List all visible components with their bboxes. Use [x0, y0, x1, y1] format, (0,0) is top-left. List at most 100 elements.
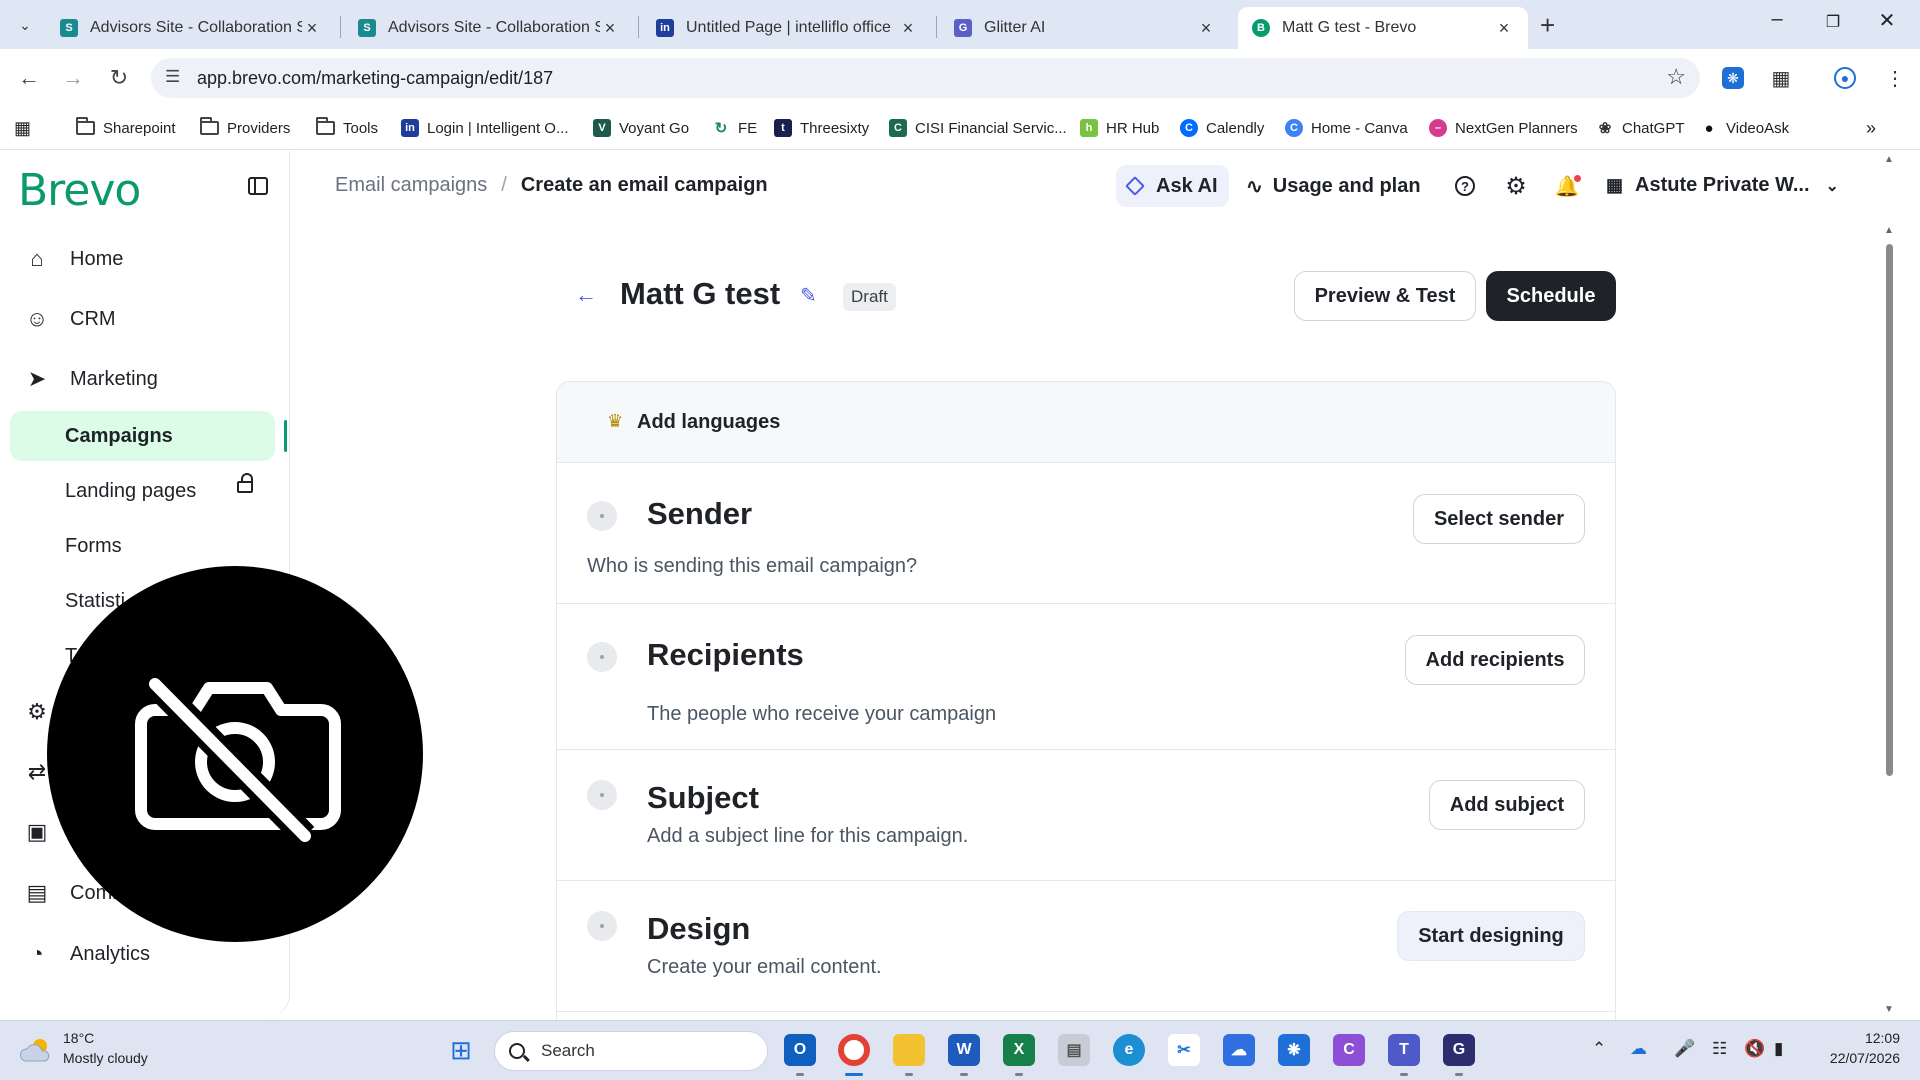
cloud-icon[interactable]	[20, 1037, 54, 1063]
app-running-indicator	[796, 1073, 804, 1076]
contacts-icon: ☺	[25, 306, 49, 331]
sidebar-item-marketing[interactable]: ➤ Marketing	[10, 354, 275, 404]
add-languages-row[interactable]: ♛ Add languages	[557, 382, 1615, 463]
browser-tab[interactable]: S Advisors Site - Collaboration Sit ×	[344, 7, 634, 49]
close-tab-icon[interactable]: ×	[1494, 18, 1514, 39]
scroll-down-icon[interactable]: ▼	[1884, 1004, 1894, 1015]
browser-tab-active[interactable]: B Matt G test - Brevo ×	[1238, 7, 1528, 49]
select-sender-button[interactable]: Select sender	[1413, 494, 1585, 544]
usage-and-plan-button[interactable]: ∿ Usage and plan	[1246, 174, 1421, 199]
file-explorer-icon[interactable]	[893, 1034, 925, 1066]
bookmark-voyant[interactable]: V Voyant Go	[593, 116, 689, 140]
browser-tab[interactable]: G Glitter AI ×	[940, 7, 1230, 49]
weather-description[interactable]: Mostly cloudy	[63, 1050, 148, 1066]
bookmark-star-icon[interactable]: ☆	[1666, 64, 1686, 90]
forward-icon[interactable]: →	[58, 63, 88, 93]
bookmark-chatgpt[interactable]: ❀ ChatGPT	[1596, 116, 1685, 140]
bookmark-tools[interactable]: Tools	[316, 116, 378, 140]
sidebar-item-home[interactable]: ⌂ Home	[10, 234, 275, 284]
bookmark-canva[interactable]: C Home - Canva	[1285, 116, 1408, 140]
sidebar-collapse-icon[interactable]	[248, 177, 268, 195]
close-window-icon[interactable]: ✕	[1864, 8, 1910, 33]
word-icon[interactable]: W	[948, 1034, 980, 1066]
close-tab-icon[interactable]: ×	[302, 18, 322, 39]
bookmark-calendly[interactable]: C Calendly	[1180, 116, 1264, 140]
browser-menu-icon[interactable]: ⋮	[1884, 67, 1906, 90]
snipping-tool-icon[interactable]: ✂	[1168, 1034, 1200, 1066]
taskbar-search[interactable]: Search	[494, 1031, 768, 1071]
m365-copilot-icon[interactable]: C	[1333, 1034, 1365, 1066]
teams-icon[interactable]: T	[1388, 1034, 1420, 1066]
bookmark-intelliflo[interactable]: in Login | Intelligent O...	[401, 116, 568, 140]
extensions-puzzle-icon[interactable]: ▦	[1770, 67, 1792, 90]
battery-icon[interactable]: ▮	[1774, 1039, 1783, 1059]
address-bar[interactable]: ☰ app.brevo.com/marketing-campaign/edit/…	[151, 58, 1700, 98]
new-tab-icon[interactable]: +	[1540, 10, 1555, 41]
sidebar-item-forms[interactable]: Forms	[10, 521, 275, 571]
reload-icon[interactable]: ↻	[104, 63, 134, 93]
add-recipients-button[interactable]: Add recipients	[1405, 635, 1585, 685]
account-menu[interactable]: ▦ Astute Private W... ⌄	[1606, 174, 1839, 197]
clock-time[interactable]: 12:09	[1840, 1030, 1900, 1046]
weather-temperature[interactable]: 18°C	[63, 1030, 94, 1046]
brevo-logo[interactable]: Brevo	[18, 165, 141, 216]
bookmark-cisi[interactable]: C CISI Financial Servic...	[889, 116, 1067, 140]
close-tab-icon[interactable]: ×	[1196, 18, 1216, 39]
cloud-app-icon[interactable]: ☁	[1223, 1034, 1255, 1066]
start-designing-button[interactable]: Start designing	[1397, 911, 1585, 961]
close-tab-icon[interactable]: ×	[898, 18, 918, 39]
edge-icon[interactable]: e	[1113, 1034, 1145, 1066]
bookmark-fe[interactable]: ↻ FE	[712, 116, 757, 140]
sidebar-item-landing-pages[interactable]: Landing pages	[10, 466, 275, 516]
bookmark-sharepoint[interactable]: Sharepoint	[76, 116, 176, 140]
bookmark-providers[interactable]: Providers	[200, 116, 290, 140]
chrome-icon[interactable]	[838, 1034, 870, 1066]
windows-start-icon[interactable]: ⊞	[445, 1034, 477, 1066]
breadcrumb-email-campaigns[interactable]: Email campaigns	[335, 174, 487, 197]
glitter-app-icon[interactable]: G	[1443, 1034, 1475, 1066]
browser-tab[interactable]: in Untitled Page | intelliflo office ×	[642, 7, 932, 49]
edit-name-icon[interactable]: ✎	[800, 283, 817, 308]
scroll-up-icon[interactable]: ▲	[1884, 154, 1894, 165]
settings-button[interactable]: ⚙	[1502, 172, 1530, 200]
clock-date[interactable]: 22/07/2026	[1800, 1050, 1900, 1066]
app-active-indicator	[845, 1073, 863, 1076]
close-tab-icon[interactable]: ×	[600, 18, 620, 39]
lock-icon	[237, 473, 253, 493]
scroll-up-inner-icon[interactable]: ▲	[1884, 225, 1894, 236]
bookmark-videoask[interactable]: ● VideoAsk	[1700, 116, 1789, 140]
bookmark-hrhub[interactable]: h HR Hub	[1080, 116, 1159, 140]
minimize-icon[interactable]: –	[1754, 8, 1800, 31]
back-icon[interactable]: ←	[14, 63, 44, 93]
onedrive-icon[interactable]: ☁	[1630, 1039, 1647, 1059]
extension-app-icon[interactable]: ❋	[1278, 1034, 1310, 1066]
tray-overflow-icon[interactable]: ⌃	[1592, 1039, 1606, 1059]
back-arrow-icon[interactable]: ←	[575, 282, 597, 308]
schedule-button[interactable]: Schedule	[1486, 271, 1616, 321]
restore-icon[interactable]: ❐	[1810, 12, 1856, 32]
browser-tab-strip: ⌄ S Advisors Site - Collaboration Sit × …	[0, 0, 1920, 49]
bookmark-nextgen[interactable]: – NextGen Planners	[1429, 116, 1578, 140]
extension-icon[interactable]: ❋	[1722, 67, 1744, 89]
browser-tab[interactable]: S Advisors Site - Collaboration Sit ×	[46, 7, 336, 49]
sidebar-item-crm[interactable]: ☺ CRM	[10, 294, 275, 344]
tab-search-chevron-icon[interactable]: ⌄	[10, 10, 40, 40]
help-button[interactable]: ?	[1451, 172, 1479, 200]
ai-diamond-icon	[1125, 176, 1145, 196]
add-subject-button[interactable]: Add subject	[1429, 780, 1585, 830]
more-bookmarks-icon[interactable]: »	[1866, 116, 1876, 140]
outlook-icon[interactable]: O	[784, 1034, 816, 1066]
excel-icon[interactable]: X	[1003, 1034, 1035, 1066]
ask-ai-button[interactable]: Ask AI	[1116, 165, 1229, 207]
wifi-icon[interactable]: ☷	[1712, 1039, 1727, 1059]
volume-muted-icon[interactable]: 🔇	[1744, 1039, 1765, 1059]
sidebar-item-campaigns[interactable]: Campaigns	[10, 411, 275, 461]
bookmark-threesixty[interactable]: t Threesixty	[774, 116, 869, 140]
apps-grid-icon[interactable]: ▦	[14, 116, 31, 140]
preview-test-button[interactable]: Preview & Test	[1294, 271, 1476, 321]
scrollbar-thumb[interactable]	[1886, 244, 1893, 776]
profile-icon[interactable]: ●	[1834, 67, 1856, 89]
notepad-icon[interactable]: ▤	[1058, 1034, 1090, 1066]
site-settings-icon[interactable]: ☰	[165, 67, 180, 87]
microphone-icon[interactable]: 🎤	[1674, 1039, 1695, 1059]
